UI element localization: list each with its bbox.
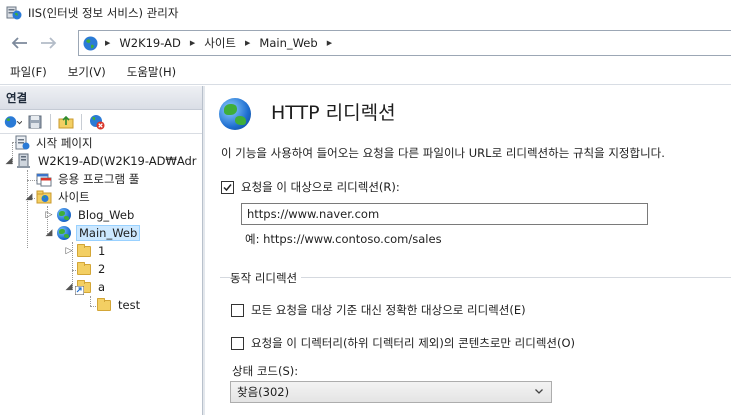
tree-item-folder-2[interactable]: 2 <box>76 260 107 278</box>
breadcrumb-site[interactable]: Main_Web <box>259 36 317 50</box>
tree-label: a <box>98 280 106 294</box>
breadcrumb-server[interactable]: W2K19-AD <box>119 36 180 50</box>
collapse-arrow-icon[interactable]: ◢ <box>64 282 74 292</box>
navigation-bar: ▶ W2K19-AD ▶ 사이트 ▶ Main_Web ▶ <box>0 26 731 60</box>
feature-description: 이 기능을 사용하여 들어오는 요청을 다른 파일이나 URL로 리디렉션하는 … <box>221 146 665 160</box>
expand-arrow-icon[interactable]: ▷ <box>64 246 74 256</box>
site-globe-icon <box>56 207 72 223</box>
menu-view[interactable]: 보기(V) <box>66 64 108 80</box>
tree-label: 사이트 <box>58 190 90 204</box>
tree-label: 응용 프로그램 풀 <box>58 172 140 186</box>
tree-label: 2 <box>98 262 106 276</box>
tree-item-sites[interactable]: ◢ 사이트 <box>24 188 92 206</box>
window-title: IIS(인터넷 정보 서비스) 관리자 <box>28 6 179 20</box>
menu-help[interactable]: 도움말(H) <box>125 64 178 80</box>
app-pool-icon <box>36 171 52 187</box>
checkmark-icon <box>223 183 232 191</box>
breadcrumb-separator-icon[interactable]: ▶ <box>327 39 332 47</box>
folder-icon <box>76 243 92 259</box>
http-redirect-globe-icon <box>219 98 251 130</box>
breadcrumb-sites[interactable]: 사이트 <box>204 35 236 51</box>
address-bar[interactable]: ▶ W2K19-AD ▶ 사이트 ▶ Main_Web ▶ <box>78 30 731 56</box>
tree-label: 1 <box>98 244 106 258</box>
tree-item-folder-test[interactable]: test <box>96 296 142 314</box>
feature-page: HTTP 리디렉션 이 기능을 사용하여 들어오는 요청을 다른 파일이나 UR… <box>205 86 731 415</box>
status-code-select[interactable]: 찾음(302) <box>230 381 552 403</box>
back-arrow-icon <box>11 37 27 49</box>
chevron-down-icon <box>534 386 544 399</box>
menu-file[interactable]: 파일(F) <box>8 64 49 80</box>
breadcrumb-separator-icon[interactable]: ▶ <box>190 39 195 47</box>
menu-bar: 파일(F) 보기(V) 도움말(H) <box>0 60 731 85</box>
status-code-label: 상태 코드(S): <box>232 364 299 378</box>
tree-item-app-pools[interactable]: 응용 프로그램 풀 <box>36 170 141 188</box>
folder-icon <box>96 297 112 313</box>
tree-item-folder-a[interactable]: ◢ a <box>64 278 107 296</box>
toolbar-divider <box>81 113 82 130</box>
collapse-arrow-icon[interactable]: ◢ <box>24 192 34 202</box>
page-title: HTTP 리디렉션 <box>271 102 396 124</box>
exact-destination-checkbox-row[interactable]: 모든 요청을 대상 기준 대신 정확한 대상으로 리디렉션(E) <box>231 302 526 318</box>
tree-guide <box>27 170 28 248</box>
only-this-directory-label: 요청을 이 디렉터리(하위 디렉터리 제외)의 콘텐츠로만 리디렉션(O) <box>251 336 576 350</box>
collapse-arrow-icon[interactable]: ◢ <box>4 156 14 166</box>
forward-button[interactable] <box>34 30 64 56</box>
tree-label: W2K19-AD(W2K19-AD₩Adr <box>38 154 197 168</box>
connections-header: 연결 <box>0 86 202 110</box>
breadcrumb-separator-icon[interactable]: ▶ <box>245 39 250 47</box>
tree-label: 시작 페이지 <box>36 136 93 150</box>
tree-label: test <box>118 298 141 312</box>
title-bar: IIS(인터넷 정보 서비스) 관리자 <box>0 0 731 26</box>
connect-globe-icon[interactable] <box>4 113 22 131</box>
tree-item-main-web[interactable]: ◢ Main_Web <box>44 224 141 242</box>
globe-icon <box>83 36 98 51</box>
iis-app-icon <box>6 5 22 21</box>
redirect-url-input[interactable] <box>241 203 648 225</box>
expand-arrow-icon[interactable]: ▷ <box>44 210 54 220</box>
forward-arrow-icon <box>41 37 57 49</box>
sites-folder-icon <box>36 189 52 205</box>
status-code-value: 찾음(302) <box>237 385 290 399</box>
redirect-requests-label: 요청을 이 대상으로 리디렉션(R): <box>241 180 400 194</box>
only-this-directory-checkbox[interactable] <box>231 336 244 350</box>
save-icon[interactable] <box>26 113 44 131</box>
redirect-example-text: 예: https://www.contoso.com/sales <box>245 232 442 246</box>
only-this-directory-checkbox-row[interactable]: 요청을 이 디렉터리(하위 디렉터리 제외)의 콘텐츠로만 리디렉션(O) <box>231 335 575 351</box>
start-page-icon <box>14 135 30 151</box>
tree-item-blog-web[interactable]: ▷ Blog_Web <box>44 206 136 224</box>
connections-panel: 연결 시작 페이지 ◢ W2K19-AD(W2K19-AD₩Adr 응용 프로그… <box>0 86 203 415</box>
behavior-section-title: 동작 리디렉션 <box>230 270 302 286</box>
tree-item-folder-1[interactable]: ▷ 1 <box>64 242 107 260</box>
toolbar-divider <box>50 113 51 130</box>
redirect-requests-checkbox-row[interactable]: 요청을 이 대상으로 리디렉션(R): <box>221 179 400 195</box>
exact-destination-label: 모든 요청을 대상 기준 대신 정확한 대상으로 리디렉션(E) <box>251 303 526 317</box>
site-globe-icon <box>56 225 72 241</box>
tree-guide <box>90 296 91 306</box>
tree-label: Main_Web <box>76 225 141 241</box>
collapse-arrow-icon[interactable]: ◢ <box>44 228 54 238</box>
redirect-requests-checkbox[interactable] <box>221 180 234 194</box>
exact-destination-checkbox[interactable] <box>231 303 244 317</box>
server-icon <box>16 153 32 169</box>
back-button[interactable] <box>4 30 34 56</box>
tree-label: Blog_Web <box>78 208 135 222</box>
breadcrumb-separator-icon: ▶ <box>105 39 111 47</box>
redirect-folder-icon <box>75 279 92 295</box>
folder-icon <box>76 261 92 277</box>
tree-item-start-page[interactable]: 시작 페이지 <box>14 134 95 152</box>
disconnect-icon[interactable] <box>88 113 106 131</box>
up-folder-icon[interactable] <box>57 113 75 131</box>
tree-item-server[interactable]: ◢ W2K19-AD(W2K19-AD₩Adr <box>4 152 199 170</box>
connections-toolbar <box>0 110 202 134</box>
